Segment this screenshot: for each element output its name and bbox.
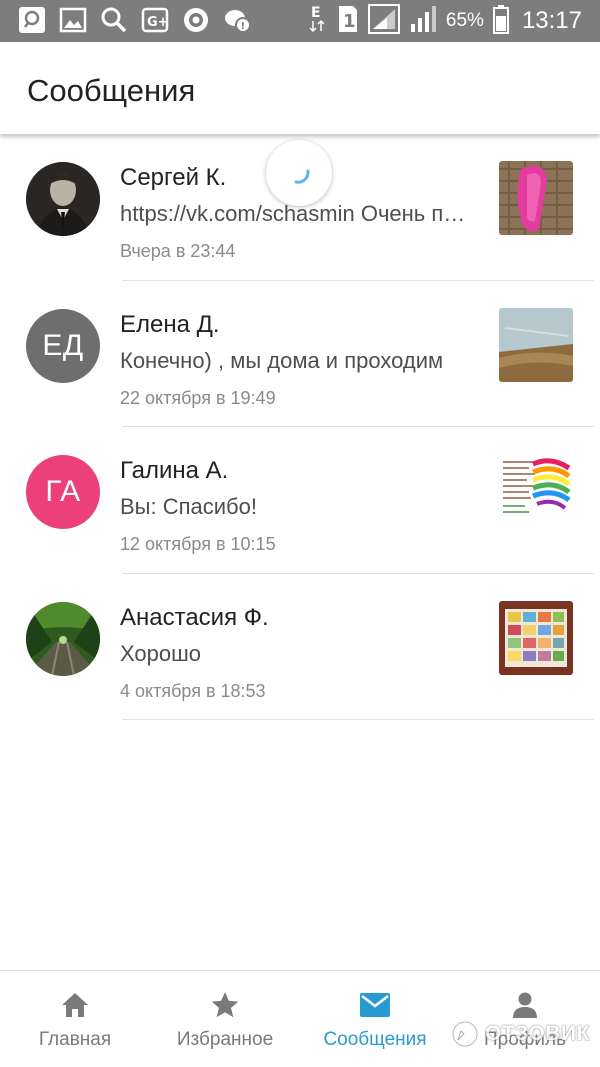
avatar-initials: ГА bbox=[45, 475, 81, 508]
search-status-icon bbox=[18, 6, 46, 34]
nav-label: Сообщения bbox=[323, 1029, 427, 1050]
conversation-preview: Хорошо bbox=[120, 640, 202, 666]
conversation-time: 4 октября в 18:53 bbox=[120, 680, 266, 701]
avatar[interactable] bbox=[26, 601, 100, 676]
attachment-thumbnail[interactable] bbox=[499, 454, 573, 528]
watermark: ОТЗОВИК bbox=[450, 1019, 590, 1049]
avatar[interactable]: ЕД bbox=[26, 308, 100, 383]
conversation-name: Галина А. bbox=[120, 457, 229, 484]
sim-badge-icon: 1 bbox=[337, 4, 359, 39]
thumbnail-image bbox=[499, 600, 573, 675]
clock: 13:17 bbox=[521, 7, 582, 34]
divider bbox=[122, 719, 594, 720]
chat-notification-icon: ! bbox=[223, 6, 251, 34]
avatar-initials: ЕД bbox=[42, 328, 84, 362]
bottom-navigation: Главная Избранное Сообщения Профиль ОТЗО… bbox=[0, 970, 600, 1067]
person-icon bbox=[511, 990, 539, 1020]
network-type-icon: E bbox=[308, 3, 328, 40]
conversation-name: Анастасия Ф. bbox=[120, 603, 269, 631]
nav-label: Избранное bbox=[176, 1029, 274, 1050]
battery-icon bbox=[492, 4, 509, 39]
search-icon bbox=[100, 6, 128, 34]
shield-icon bbox=[182, 6, 210, 34]
attachment-thumbnail[interactable] bbox=[499, 307, 573, 382]
watermark-logo-icon bbox=[451, 1020, 479, 1048]
avatar[interactable]: ГА bbox=[26, 455, 100, 529]
attachment-thumbnail[interactable] bbox=[499, 161, 573, 235]
conversation-item[interactable]: Анастасия Ф. Хорошо 4 октября в 18:53 bbox=[0, 574, 600, 720]
attachment-thumbnail[interactable] bbox=[499, 600, 573, 675]
nav-item-favorites[interactable]: Избранное bbox=[150, 971, 300, 1067]
conversation-time: 12 октября в 10:15 bbox=[120, 534, 276, 554]
conversation-item[interactable]: ЕД Елена Д. Конечно) , мы дома и проходи… bbox=[0, 281, 600, 427]
envelope-icon bbox=[359, 990, 391, 1020]
network-letter: E bbox=[311, 5, 321, 21]
avatar-photo bbox=[26, 162, 100, 236]
conversation-name: Елена Д. bbox=[120, 310, 220, 338]
watermark-text: ОТЗОВИК bbox=[485, 1022, 590, 1045]
status-bar: G+ ! E 1 65% 13:17 bbox=[0, 0, 600, 42]
nav-label: Главная bbox=[38, 1029, 112, 1050]
spinner-icon bbox=[294, 169, 310, 184]
loading-spinner bbox=[266, 140, 332, 206]
conversation-preview: Вы: Спасибо! bbox=[120, 494, 257, 519]
star-icon bbox=[210, 990, 240, 1020]
svg-text:!: ! bbox=[241, 21, 246, 32]
svg-text:G+: G+ bbox=[147, 15, 169, 30]
conversation-name: Сергей К. bbox=[120, 164, 227, 191]
gallery-icon bbox=[59, 6, 87, 34]
avatar[interactable] bbox=[26, 162, 100, 236]
signal-boxed-icon bbox=[367, 3, 400, 39]
battery-percent: 65% bbox=[445, 10, 484, 31]
nav-item-messages[interactable]: Сообщения bbox=[300, 971, 450, 1067]
thumbnail-image bbox=[499, 454, 573, 528]
notification-icons: G+ ! bbox=[18, 6, 251, 34]
google-plus-icon: G+ bbox=[141, 6, 169, 34]
signal-icon bbox=[409, 4, 437, 39]
conversation-time: Вчера в 23:44 bbox=[120, 241, 236, 261]
conversation-item[interactable]: ГА Галина А. Вы: Спасибо! 12 октября в 1… bbox=[0, 427, 600, 574]
thumbnail-image bbox=[499, 307, 573, 382]
page-title: Сообщения bbox=[27, 73, 196, 108]
conversation-list: Сергей К. https://vk.com/schasmin Очень … bbox=[0, 134, 600, 720]
thumbnail-image bbox=[499, 161, 573, 235]
avatar-photo bbox=[26, 601, 100, 676]
home-icon bbox=[60, 990, 90, 1020]
conversation-preview: Конечно) , мы дома и проходим bbox=[120, 347, 444, 373]
app-bar: Сообщения bbox=[0, 42, 600, 134]
sim-badge-number: 1 bbox=[343, 11, 356, 32]
conversation-time: 22 октября в 19:49 bbox=[120, 387, 276, 408]
nav-item-home[interactable]: Главная bbox=[0, 971, 150, 1067]
system-indicators: E 1 65% 13:17 bbox=[308, 0, 582, 42]
